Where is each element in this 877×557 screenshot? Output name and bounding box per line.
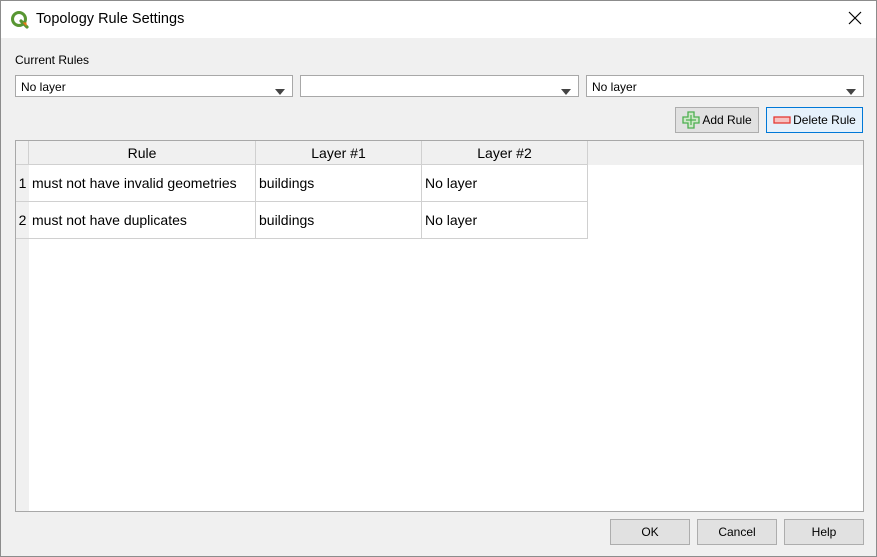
layer2-select[interactable]: No layer xyxy=(586,75,864,97)
column-header-layer1[interactable]: Layer #1 xyxy=(256,141,422,165)
chevron-down-icon xyxy=(846,84,856,95)
cancel-label: Cancel xyxy=(718,525,756,539)
topology-rule-settings-dialog: Topology Rule Settings Current Rules No … xyxy=(0,0,877,557)
help-button[interactable]: Help xyxy=(784,519,864,545)
cancel-button[interactable]: Cancel xyxy=(697,519,777,545)
layer2-cell[interactable]: No layer xyxy=(422,202,588,239)
rules-table[interactable]: Rule Layer #1 Layer #2 1 must not have i… xyxy=(15,140,864,512)
current-rules-label: Current Rules xyxy=(15,53,90,67)
layer1-select[interactable]: No layer xyxy=(15,75,293,97)
layer1-cell[interactable]: buildings xyxy=(256,165,422,202)
chevron-down-icon xyxy=(561,84,571,95)
title-bar: Topology Rule Settings xyxy=(1,1,876,38)
layer1-select-value: No layer xyxy=(21,80,66,94)
help-label: Help xyxy=(811,525,837,539)
column-header-layer2[interactable]: Layer #2 xyxy=(422,141,588,165)
rule-cell[interactable]: must not have duplicates xyxy=(29,202,256,239)
minus-icon xyxy=(773,114,791,126)
close-button[interactable] xyxy=(834,1,876,38)
layer1-cell[interactable]: buildings xyxy=(256,202,422,239)
row-number[interactable]: 1 xyxy=(16,165,29,202)
dialog-title: Topology Rule Settings xyxy=(36,11,185,27)
plus-icon xyxy=(682,111,700,129)
delete-rule-button[interactable]: Delete Rule xyxy=(766,107,863,133)
ok-button[interactable]: OK xyxy=(610,519,690,545)
ok-label: OK xyxy=(641,525,659,539)
layer2-cell[interactable]: No layer xyxy=(422,165,588,202)
rule-select[interactable] xyxy=(300,75,579,97)
add-rule-label: Add Rule xyxy=(702,113,752,127)
row-number[interactable]: 2 xyxy=(16,202,29,239)
chevron-down-icon xyxy=(275,84,285,95)
corner-header xyxy=(16,141,29,165)
layer2-select-value: No layer xyxy=(592,80,637,94)
delete-rule-label: Delete Rule xyxy=(793,113,856,127)
table-header: Rule Layer #1 Layer #2 xyxy=(16,141,863,165)
qgis-logo-icon xyxy=(10,10,30,30)
column-header-rule[interactable]: Rule xyxy=(29,141,256,165)
rule-cell[interactable]: must not have invalid geometries xyxy=(29,165,256,202)
close-icon xyxy=(848,11,862,28)
add-rule-button[interactable]: Add Rule xyxy=(675,107,759,133)
